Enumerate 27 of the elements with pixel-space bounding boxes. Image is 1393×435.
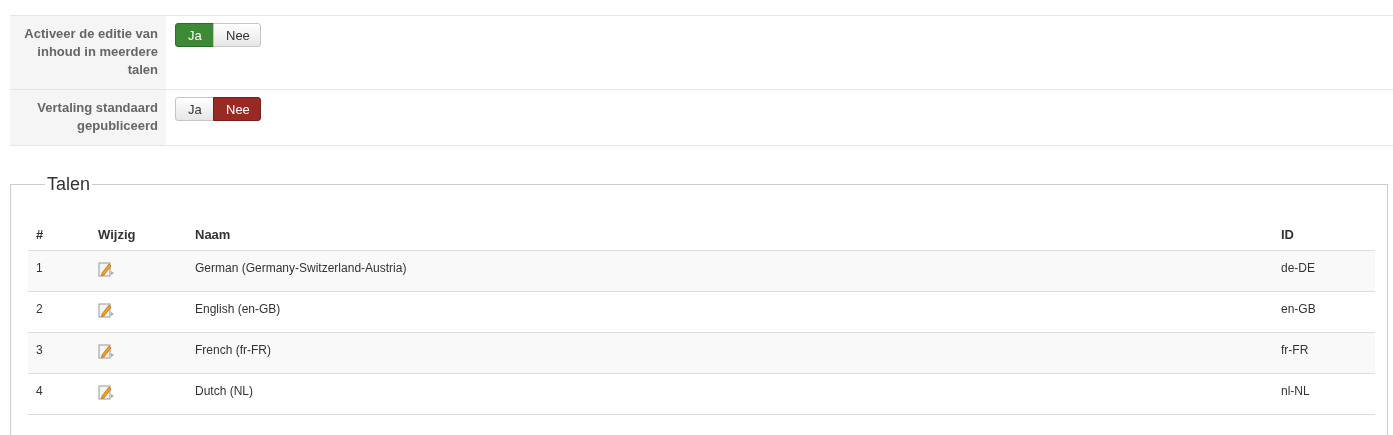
pencil-icon[interactable] <box>98 343 114 359</box>
table-cell: fr-FR <box>1273 332 1375 374</box>
column-header: ID <box>1273 219 1375 251</box>
table-cell: 3 <box>28 332 90 374</box>
field-label: Activeer de editie van inhoud in meerdere talen <box>10 16 166 89</box>
table-cell: Dutch (NL) <box>187 373 1273 415</box>
column-header: Wijzig <box>90 219 187 251</box>
panel-title: Talen <box>46 174 92 195</box>
table-cell: 4 <box>28 373 90 415</box>
table-cell: French (fr-FR) <box>187 332 1273 374</box>
column-header: # <box>28 219 90 251</box>
pencil-icon[interactable] <box>98 302 114 318</box>
table-cell: German (Germany-Switzerland-Austria) <box>187 250 1273 292</box>
table-cell: English (en-GB) <box>187 291 1273 333</box>
toggle-option[interactable]: Nee <box>213 23 261 47</box>
toggle-option[interactable]: Ja <box>175 23 214 47</box>
toggle-option[interactable]: Nee <box>213 97 261 121</box>
column-header: Naam <box>187 219 1273 251</box>
pencil-icon[interactable] <box>98 384 114 400</box>
field-label: Vertaling standaard gepubliceerd <box>10 90 166 145</box>
table-cell: 1 <box>28 250 90 292</box>
pencil-icon[interactable] <box>98 261 114 277</box>
table-cell: nl-NL <box>1273 373 1375 415</box>
toggle-option[interactable]: Ja <box>175 97 214 121</box>
table-cell: de-DE <box>1273 250 1375 292</box>
table-cell: 2 <box>28 291 90 333</box>
table-cell: en-GB <box>1273 291 1375 333</box>
